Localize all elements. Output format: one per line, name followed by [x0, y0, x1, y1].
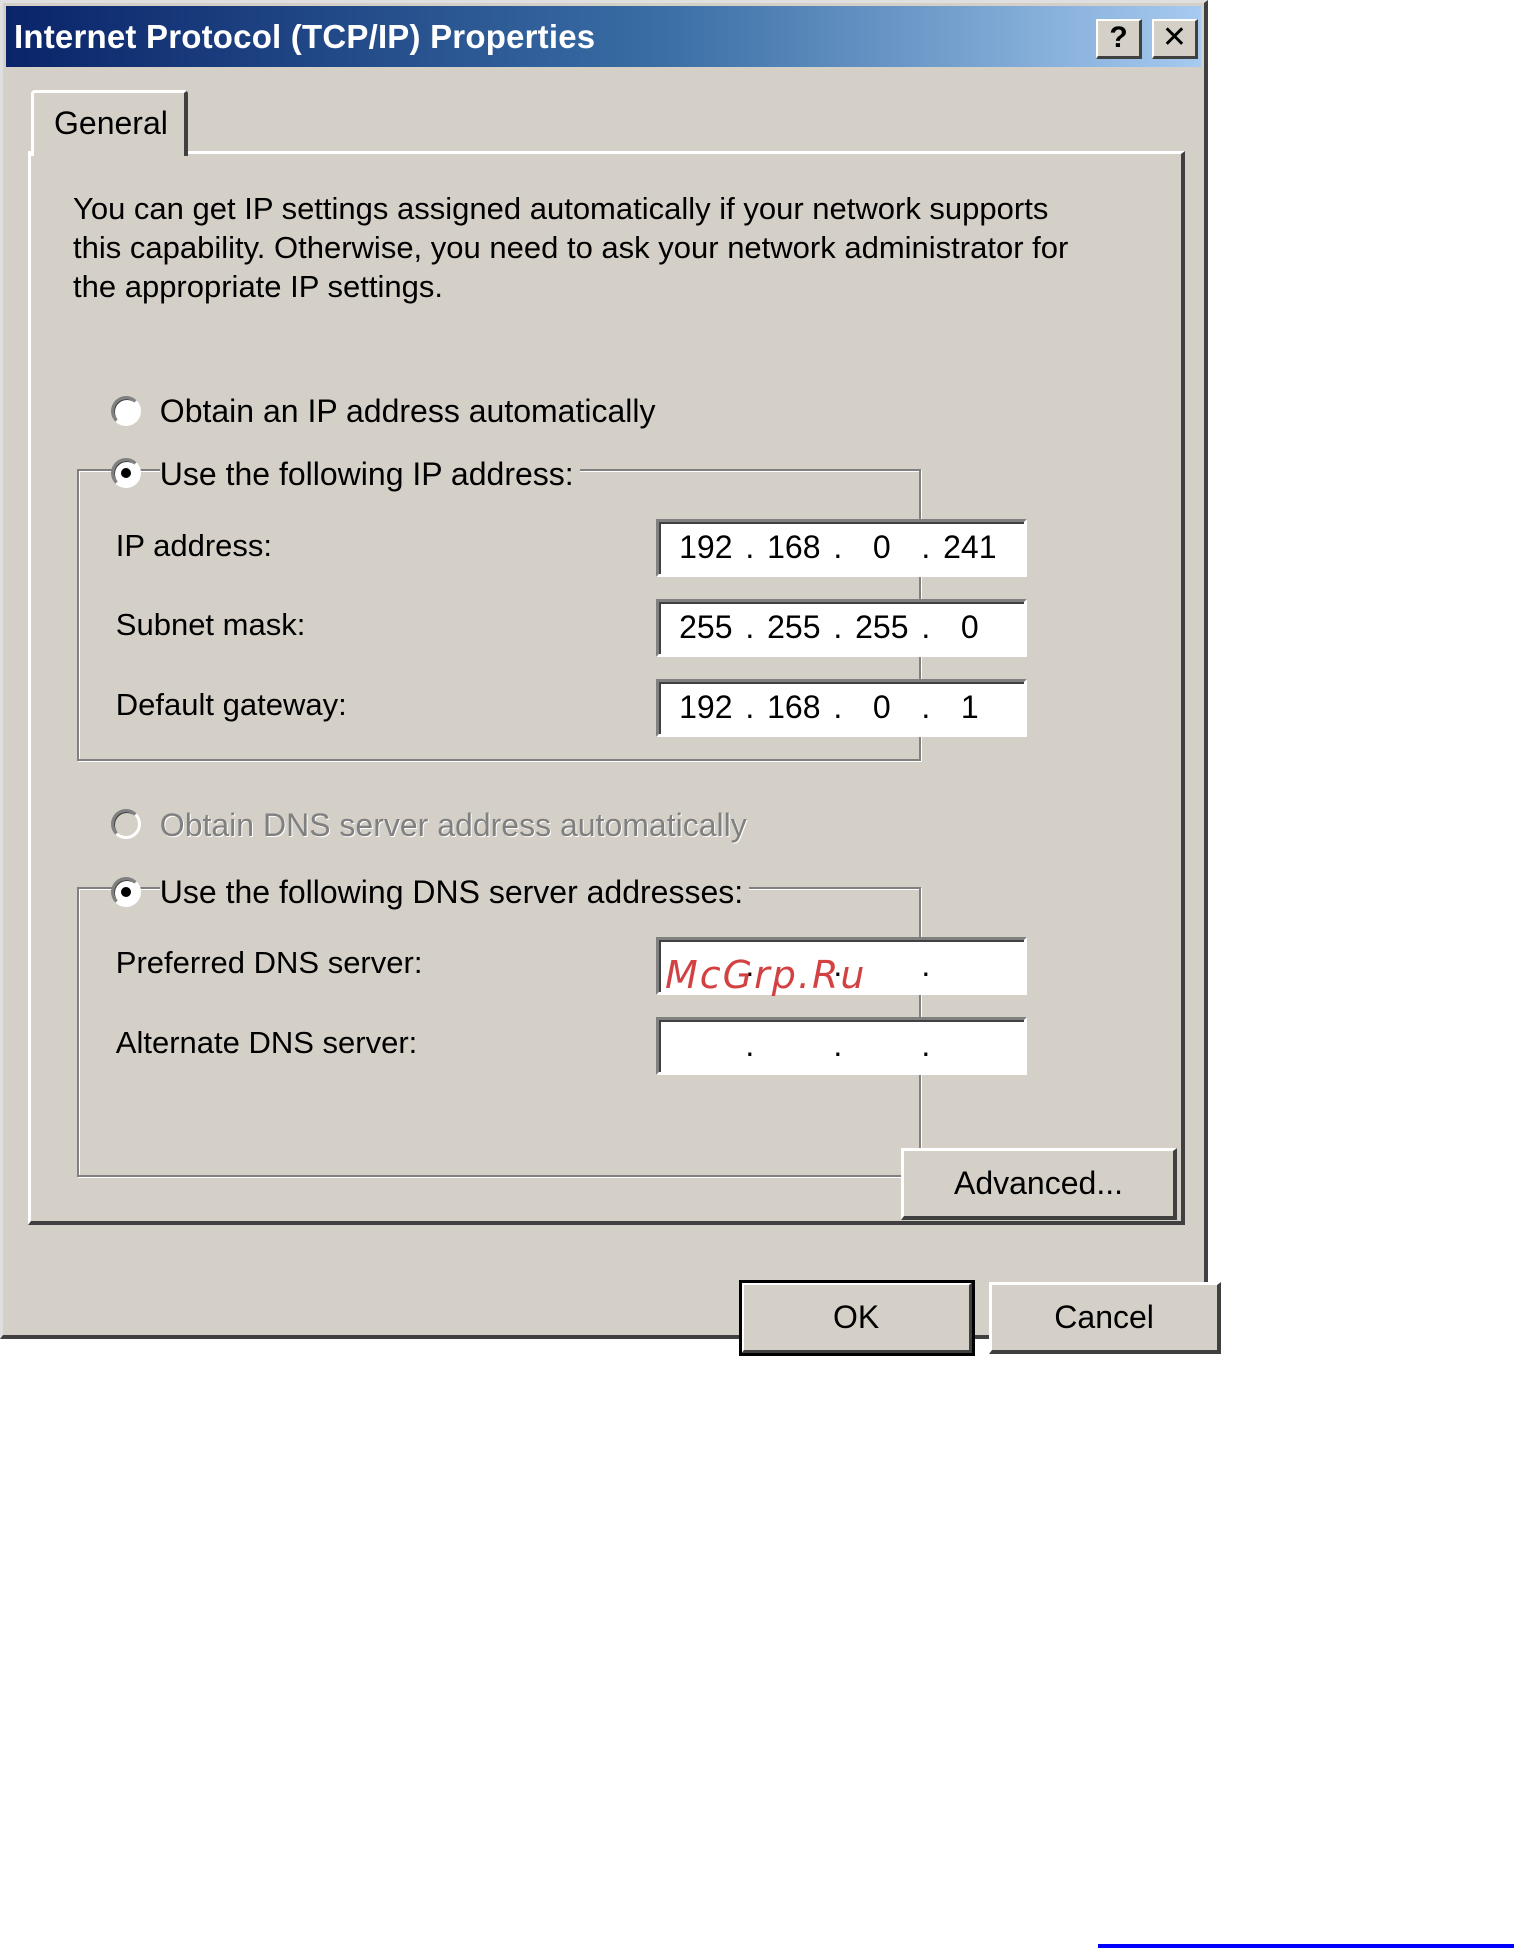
- ip-octet: 192: [679, 689, 733, 725]
- use-following-dns-radio[interactable]: [111, 876, 141, 907]
- obtain-dns-auto-label[interactable]: Obtain DNS server address automatically: [159, 807, 753, 844]
- ip-octet: 255: [679, 609, 733, 645]
- close-icon[interactable]: ✕: [1152, 19, 1198, 59]
- tab-general[interactable]: General: [31, 90, 188, 156]
- alternate-dns-input[interactable]: . . .: [655, 1016, 1027, 1075]
- tcpip-properties-dialog: Internet Protocol (TCP/IP) Properties ? …: [0, 0, 1221, 1357]
- watermark: McGrp.Ru: [665, 953, 867, 997]
- advanced-button[interactable]: Advanced...: [900, 1147, 1178, 1220]
- ip-octet: 168: [767, 529, 821, 565]
- help-button[interactable]: ?: [1096, 19, 1142, 59]
- title-bar[interactable]: Internet Protocol (TCP/IP) Properties ? …: [6, 6, 1201, 67]
- obtain-ip-auto-radio[interactable]: [111, 395, 141, 426]
- ip-octet: 1: [960, 689, 979, 725]
- tab-general-label: General: [54, 105, 168, 141]
- cancel-button[interactable]: Cancel: [988, 1282, 1221, 1355]
- obtain-ip-auto-label[interactable]: Obtain an IP address automatically: [159, 393, 662, 431]
- ip-octet: 241: [943, 529, 997, 565]
- window-title: Internet Protocol (TCP/IP) Properties: [14, 18, 596, 55]
- ip-octet: 192: [679, 529, 733, 565]
- ip-octet: 168: [767, 689, 821, 725]
- ip-address-label: IP address:: [115, 527, 273, 563]
- ip-octet: 255: [767, 609, 821, 645]
- preferred-dns-label: Preferred DNS server:: [115, 944, 423, 980]
- decorative-underline: [1098, 1944, 1514, 1948]
- alternate-dns-label: Alternate DNS server:: [115, 1024, 418, 1060]
- subnet-mask-label: Subnet mask:: [115, 607, 306, 642]
- use-following-ip-label[interactable]: Use the following IP address:: [159, 455, 580, 493]
- ok-button[interactable]: OK: [738, 1280, 975, 1357]
- use-following-ip-radio[interactable]: [111, 458, 141, 489]
- ip-address-input[interactable]: 192 . 168 . 0 . 241: [655, 519, 1027, 577]
- use-following-dns-label[interactable]: Use the following DNS server addresses:: [159, 874, 750, 912]
- ip-octet: 255: [855, 609, 909, 645]
- subnet-mask-input[interactable]: 255 . 255 . 255 . 0: [655, 599, 1027, 657]
- default-gateway-label: Default gateway:: [115, 687, 347, 722]
- intro-text: You can get IP settings assigned automat…: [73, 191, 1069, 304]
- default-gateway-input[interactable]: 192 . 168 . 0 . 1: [655, 679, 1027, 737]
- ip-octet: 0: [872, 689, 891, 725]
- ip-octet: 0: [960, 609, 979, 645]
- ip-octet: 0: [872, 529, 891, 565]
